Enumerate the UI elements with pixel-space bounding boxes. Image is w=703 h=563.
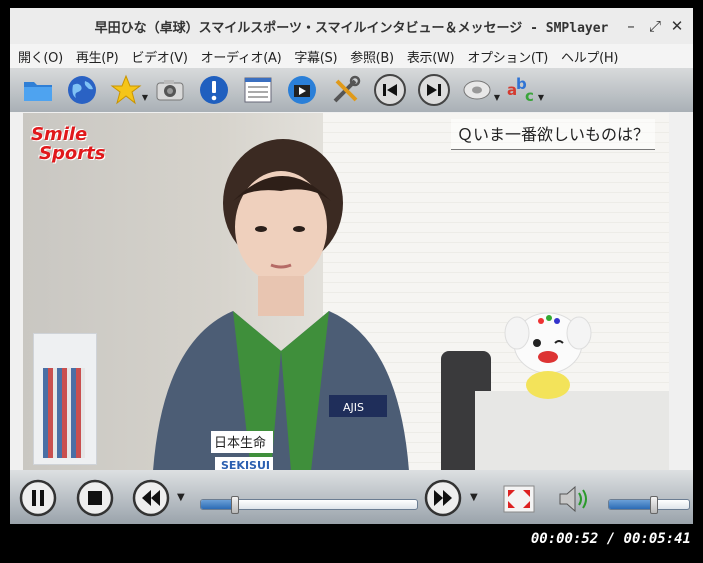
- menu-open[interactable]: 開く(O): [18, 47, 63, 66]
- minimize-button[interactable]: –: [620, 15, 642, 37]
- audio-track-button[interactable]: ▼: [456, 70, 500, 110]
- menu-play[interactable]: 再生(P): [76, 47, 119, 66]
- chevron-down-icon[interactable]: ▼: [177, 492, 185, 503]
- mascot-plush: [504, 312, 592, 399]
- main-toolbar: ▼ ▼ a b c ▼: [10, 68, 693, 112]
- open-file-button[interactable]: [16, 70, 60, 110]
- media-info-button[interactable]: [192, 70, 236, 110]
- info-exclamation-icon: [200, 76, 228, 104]
- audio-disc-icon: [463, 80, 491, 100]
- stop-button[interactable]: [76, 479, 114, 517]
- window-title: 早田ひな（卓球）スマイルスポーツ・スマイルインタビュー＆メッセージ - SMPl…: [94, 20, 609, 36]
- pause-icon: [19, 479, 57, 517]
- playlist-button[interactable]: [236, 70, 280, 110]
- menu-view[interactable]: 表示(W): [407, 47, 455, 66]
- pause-button[interactable]: [19, 479, 57, 517]
- folder-icon: [24, 82, 52, 101]
- fullscreen-button[interactable]: [502, 482, 536, 516]
- playlist-icon: [244, 77, 272, 103]
- maximize-button[interactable]: ⤢: [644, 15, 666, 37]
- star-favorites-icon: [110, 74, 142, 105]
- menu-video[interactable]: ビデオ(V): [131, 47, 188, 66]
- menu-browse[interactable]: 参照(B): [350, 47, 394, 66]
- open-url-button[interactable]: [60, 70, 104, 110]
- tools-icon: [333, 75, 361, 103]
- menu-subtitles[interactable]: 字幕(S): [294, 47, 337, 66]
- logo-line-1: Smile: [31, 124, 88, 145]
- close-button[interactable]: ✕: [666, 15, 688, 37]
- interviewee: 日本生命 AJIS SEKISUI: [153, 139, 409, 470]
- volume-level: [609, 500, 653, 509]
- sponsor-patch-3: SEKISUI: [221, 459, 270, 470]
- title-bar: 早田ひな（卓球）スマイルスポーツ・スマイルインタビュー＆メッセージ - SMPl…: [10, 8, 693, 44]
- forward-button[interactable]: [424, 479, 462, 517]
- volume-slider[interactable]: [608, 496, 690, 514]
- menu-audio[interactable]: オーディオ(A): [201, 47, 282, 66]
- preferences-button[interactable]: [324, 70, 368, 110]
- rewind-icon: [132, 479, 170, 517]
- next-button[interactable]: [412, 70, 456, 110]
- seek-progress: [201, 500, 234, 509]
- menu-help[interactable]: ヘルプ(H): [561, 47, 618, 66]
- seek-handle[interactable]: [230, 496, 239, 514]
- chevron-down-icon[interactable]: ▼: [470, 492, 478, 503]
- menu-bar: 開く(O) 再生(P) ビデオ(V) オーディオ(A) 字幕(S) 参照(B) …: [10, 44, 693, 68]
- camera-icon: [156, 80, 184, 101]
- subtitles-abc-icon: a b c: [507, 75, 534, 105]
- sponsor-patch-2: AJIS: [343, 401, 364, 414]
- volume-handle[interactable]: [650, 496, 658, 514]
- rewind-button[interactable]: [132, 479, 170, 517]
- control-bar: ▼ ▼: [10, 470, 693, 524]
- menu-options[interactable]: オプション(T): [467, 47, 548, 66]
- books: [43, 368, 85, 458]
- globe-icon: [68, 76, 96, 104]
- video-preferences-button[interactable]: [280, 70, 324, 110]
- status-bar: 00:00:52 / 00:05:41: [0, 524, 703, 563]
- mute-button[interactable]: [556, 482, 592, 516]
- logo-line-2: Sports: [39, 143, 106, 164]
- subtitle-track-button[interactable]: a b c ▼: [500, 70, 544, 110]
- volume-icon: [559, 485, 587, 513]
- sponsor-patch-1: 日本生命: [214, 435, 266, 451]
- forward-icon: [424, 479, 462, 517]
- video-display[interactable]: 日本生命 AJIS SEKISUI Smile Sports Ｑいま一番欲しいも…: [23, 113, 669, 470]
- screenshot-button[interactable]: [148, 70, 192, 110]
- clapperboard-icon: [288, 76, 316, 104]
- smile-sports-logo: Smile Sports: [31, 125, 105, 163]
- previous-button[interactable]: [368, 70, 412, 110]
- question-caption: Ｑいま一番欲しいものは？: [450, 119, 655, 150]
- svg-text:c: c: [525, 87, 534, 105]
- time-display: 00:00:52 / 00:05:41: [530, 531, 691, 547]
- chevron-down-icon: ▼: [537, 93, 544, 102]
- previous-track-icon: [374, 74, 406, 106]
- fullscreen-icon: [503, 485, 535, 513]
- next-track-icon: [418, 74, 450, 106]
- seek-slider[interactable]: [200, 496, 418, 514]
- favorites-button[interactable]: ▼: [104, 70, 148, 110]
- stop-icon: [76, 479, 114, 517]
